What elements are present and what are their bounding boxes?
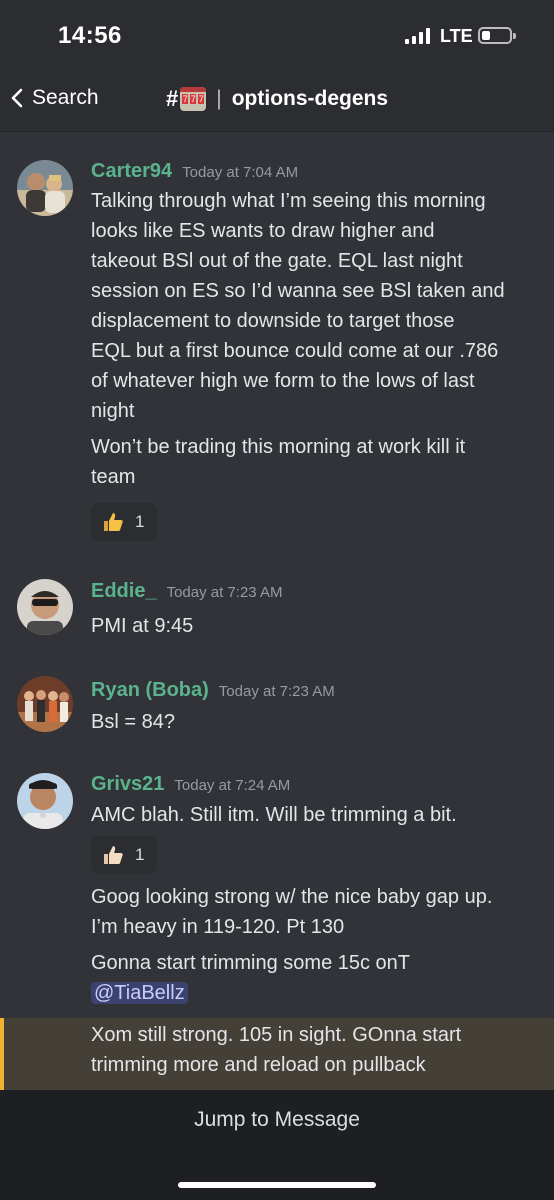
- clock: 14:56: [58, 22, 122, 49]
- message-text: Talking through what I’m seeing this mor…: [91, 186, 536, 426]
- message-text: Gonna start trimming some 15c onT @TiaBe…: [91, 948, 536, 1008]
- text-line: trimming more and reload on pullback: [91, 1054, 426, 1076]
- text-line: Xom still strong. 105 in sight. GOnna st…: [91, 1024, 462, 1046]
- avatar[interactable]: [17, 579, 73, 635]
- message-text: Bsl = 84?: [91, 711, 175, 733]
- text-line: EQL but a first bounce could come at our…: [91, 340, 499, 362]
- author-name: Carter94: [91, 160, 173, 182]
- avatar[interactable]: [17, 676, 73, 732]
- network-label: LTE: [440, 26, 473, 46]
- chevron-left-icon: [11, 88, 23, 108]
- jump-to-message-button[interactable]: Jump to Message: [0, 1108, 554, 1132]
- message-text: AMC blah. Still itm. Will be trimming a …: [91, 804, 457, 826]
- thumbs-up-icon: [104, 513, 123, 531]
- author-name: Ryan (Boba): [91, 679, 209, 701]
- text-line: session on ES so I’d wanna see BSl taken…: [91, 280, 505, 302]
- message-list[interactable]: Carter94 Today at 7:04 AM Talking through…: [0, 132, 554, 1090]
- author-name: Eddie_: [91, 580, 157, 602]
- channel-name: options-degens: [231, 87, 389, 110]
- username[interactable]: Eddie_ Today at 7:23 AM: [91, 580, 282, 603]
- username[interactable]: Ryan (Boba) Today at 7:23 AM: [91, 679, 335, 702]
- title-divider: |: [216, 87, 222, 110]
- text-line: takeout BSl out of the gate. EQL last ni…: [91, 250, 463, 272]
- back-label: Search: [32, 86, 99, 109]
- text-line: night: [91, 400, 135, 422]
- reaction-button[interactable]: 1: [91, 836, 157, 874]
- text-line: looks like ES wants to draw higher and: [91, 220, 435, 242]
- message-text: Goog looking strong w/ the nice baby gap…: [91, 882, 536, 942]
- timestamp: Today at 7:04 AM: [182, 164, 299, 181]
- avatar[interactable]: [17, 160, 73, 216]
- channel-header: Search # 777 | options-degens: [0, 70, 554, 132]
- message-text: Xom still strong. 105 in sight. GOnna st…: [91, 1020, 536, 1080]
- avatar[interactable]: [17, 773, 73, 829]
- username[interactable]: Carter94 Today at 7:04 AM: [91, 160, 298, 183]
- timestamp: Today at 7:24 AM: [174, 777, 291, 794]
- user-mention[interactable]: @TiaBellz: [91, 982, 188, 1004]
- back-button[interactable]: Search: [10, 86, 99, 110]
- text-line: team: [91, 466, 136, 488]
- reaction-button[interactable]: 1: [91, 503, 157, 541]
- text-line: Talking through what I’m seeing this mor…: [91, 190, 486, 212]
- slot-machine-icon: 777: [180, 87, 207, 111]
- message-text: PMI at 9:45: [91, 615, 194, 637]
- highlighted-message: Xom still strong. 105 in sight. GOnna st…: [0, 1018, 554, 1090]
- text-line: displacement to downside to target those: [91, 310, 455, 332]
- thumbs-up-light-icon: [104, 846, 123, 864]
- text-line: Won’t be trading this morning at work ki…: [91, 436, 466, 458]
- channel-hash: #: [166, 86, 179, 111]
- reaction-count: 1: [135, 512, 145, 531]
- username[interactable]: Grivs21 Today at 7:24 AM: [91, 773, 290, 796]
- signal-icon: [405, 28, 430, 44]
- status-bar: 14:56 LTE: [0, 0, 554, 70]
- timestamp: Today at 7:23 AM: [218, 683, 335, 700]
- text-line: Goog looking strong w/ the nice baby gap…: [91, 886, 493, 908]
- reaction-count: 1: [135, 845, 145, 864]
- home-indicator[interactable]: [178, 1182, 376, 1188]
- battery-icon: [478, 27, 516, 44]
- text-line: Gonna start trimming some 15c onT: [91, 952, 411, 974]
- channel-title[interactable]: # 777 | options-degens: [166, 86, 388, 112]
- timestamp: Today at 7:23 AM: [166, 584, 283, 601]
- text-line: of whatever high we form to the lows of …: [91, 370, 475, 392]
- author-name: Grivs21: [91, 773, 165, 795]
- message-text: Won’t be trading this morning at work ki…: [91, 432, 536, 492]
- text-line: I’m heavy in 119-120. Pt 130: [91, 916, 345, 938]
